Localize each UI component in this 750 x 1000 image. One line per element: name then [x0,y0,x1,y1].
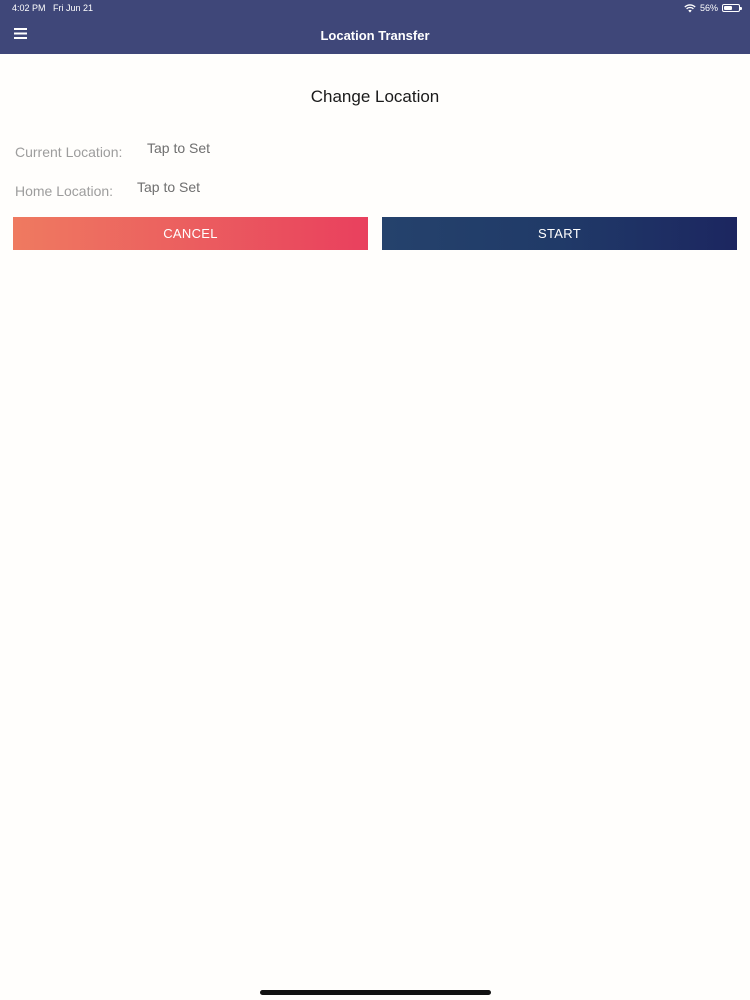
cancel-button[interactable]: CANCEL [13,217,368,250]
status-time: 4:02 PM [12,3,46,13]
home-location-value[interactable]: Tap to Set [137,179,200,195]
current-location-value[interactable]: Tap to Set [147,140,210,156]
battery-icon [722,4,742,12]
status-bar-indicators: 56% [684,2,742,14]
wifi-icon [684,3,696,13]
top-navigation-bar: 4:02 PM Fri Jun 21 56% Location Transfer [0,0,750,54]
current-location-label: Current Location: [15,144,123,160]
home-indicator[interactable] [260,990,491,995]
start-button[interactable]: START [382,217,737,250]
section-heading: Change Location [310,87,440,106]
battery-nub [740,7,742,10]
battery-percent: 56% [699,3,718,13]
battery-fill [724,6,732,10]
status-date: Fri Jun 21 [53,3,94,13]
status-bar-clock: 4:02 PM Fri Jun 21 [12,3,93,13]
home-location-label: Home Location: [15,183,114,199]
page-title: Location Transfer [320,28,430,43]
